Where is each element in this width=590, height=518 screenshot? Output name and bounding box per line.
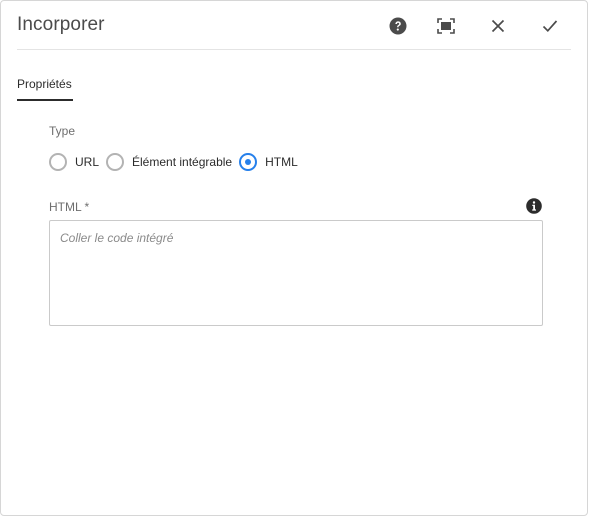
fullscreen-icon bbox=[437, 18, 455, 34]
radio-circle[interactable] bbox=[49, 153, 67, 171]
dialog-header: Incorporer bbox=[17, 1, 571, 50]
done-button[interactable] bbox=[539, 15, 561, 37]
radio-circle-checked[interactable] bbox=[239, 153, 258, 171]
radio-embeddable[interactable]: Élément intégrable bbox=[106, 153, 232, 171]
embed-dialog: Incorporer Propriétés Type URL Élément i… bbox=[0, 0, 588, 516]
dialog-title: Incorporer bbox=[17, 14, 105, 35]
help-button[interactable] bbox=[387, 15, 409, 37]
help-circle-icon bbox=[389, 17, 407, 35]
info-button[interactable] bbox=[526, 198, 542, 214]
tab-label: Propriétés bbox=[17, 77, 72, 91]
tab-selected-indicator bbox=[17, 99, 73, 101]
type-radio-group: URL Élément intégrable HTML bbox=[49, 152, 305, 172]
tab-list: Propriétés bbox=[17, 69, 73, 101]
radio-circle[interactable] bbox=[106, 153, 125, 171]
checkmark-icon bbox=[542, 20, 558, 33]
radio-label-html: HTML bbox=[265, 155, 298, 169]
radio-url[interactable]: URL bbox=[49, 153, 99, 171]
type-label: Type bbox=[49, 124, 76, 138]
embed-code-textarea[interactable] bbox=[49, 220, 543, 326]
radio-label-url: URL bbox=[75, 155, 100, 169]
radio-label-embeddable: Élément intégrable bbox=[132, 155, 233, 169]
close-icon bbox=[491, 19, 505, 33]
radio-html[interactable]: HTML bbox=[239, 153, 298, 171]
info-icon bbox=[526, 198, 542, 214]
html-field-label: HTML * bbox=[49, 200, 90, 214]
tab-properties[interactable]: Propriétés bbox=[17, 69, 73, 101]
fullscreen-button[interactable] bbox=[435, 15, 457, 37]
close-button[interactable] bbox=[487, 15, 509, 37]
